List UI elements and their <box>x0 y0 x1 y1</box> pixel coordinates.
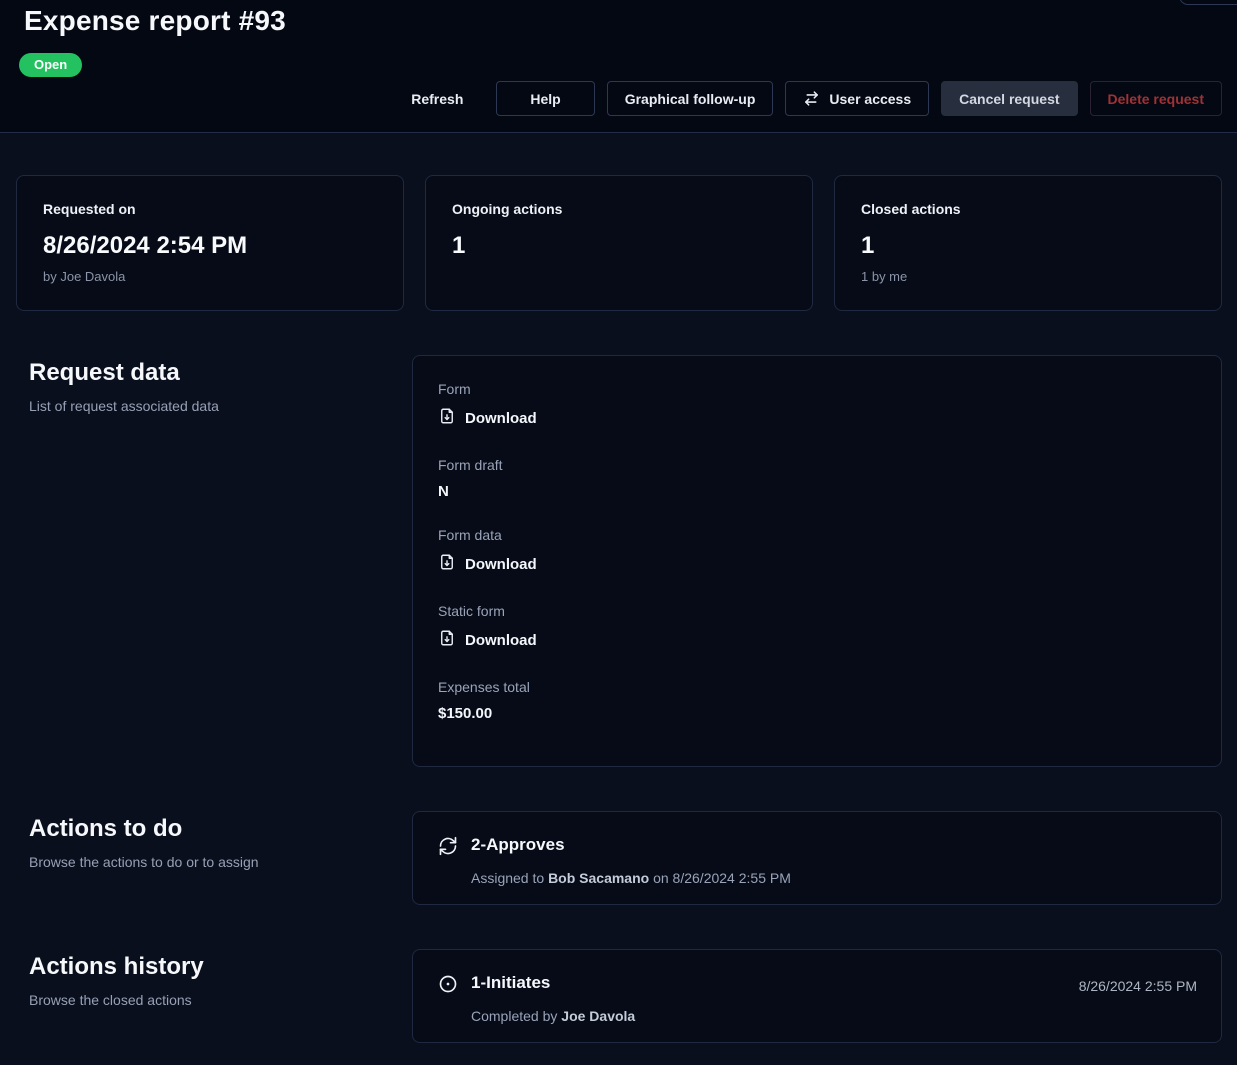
request-data-card: Form Download Form draft N Form data <box>412 355 1222 767</box>
closed-actions-label: Closed actions <box>861 201 1195 217</box>
ongoing-actions-card: Ongoing actions 1 <box>425 175 813 311</box>
help-button[interactable]: Help <box>496 81 594 116</box>
actions-history-section: Actions history Browse the closed action… <box>0 949 1222 1043</box>
field-form-data: Form data Download <box>438 527 1196 576</box>
form-download-label: Download <box>465 410 537 427</box>
file-download-icon <box>438 407 456 429</box>
action-todo-item[interactable]: 2-Approves <box>438 835 1197 861</box>
request-data-section: Request data List of request associated … <box>0 355 1222 767</box>
request-data-subheading: List of request associated data <box>29 398 382 414</box>
form-download-link[interactable]: Download <box>438 407 537 429</box>
static-form-download-label: Download <box>465 632 537 649</box>
page-title: Expense report #93 <box>24 5 286 37</box>
status-badge: Open <box>19 53 82 77</box>
action-history-title[interactable]: 1-Initiates <box>471 973 550 993</box>
swap-arrows-icon <box>803 90 820 107</box>
request-data-header: Request data List of request associated … <box>0 355 412 414</box>
actions-history-heading: Actions history <box>29 953 382 981</box>
requested-on-label: Requested on <box>43 201 377 217</box>
file-download-icon <box>438 629 456 651</box>
field-expenses-total-label: Expenses total <box>438 679 1196 695</box>
form-data-download-link[interactable]: Download <box>438 553 537 575</box>
form-draft-value: N <box>438 483 1196 500</box>
field-form-draft-label: Form draft <box>438 457 1196 473</box>
file-download-icon <box>438 553 456 575</box>
field-form-label: Form <box>438 381 1196 397</box>
form-data-download-label: Download <box>465 556 537 573</box>
actions-todo-heading: Actions to do <box>29 815 382 843</box>
stats-row: Requested on 8/26/2024 2:54 PM by Joe Da… <box>16 175 1222 311</box>
field-form-data-label: Form data <box>438 527 1196 543</box>
delete-request-button[interactable]: Delete request <box>1090 81 1222 116</box>
assigned-to-text: Assigned to <box>471 870 548 886</box>
requested-on-value: 8/26/2024 2:54 PM <box>43 232 377 260</box>
actions-history-subheading: Browse the closed actions <box>29 992 382 1008</box>
assignee-name: Bob Sacamano <box>548 870 649 886</box>
cancel-request-button[interactable]: Cancel request <box>941 81 1077 116</box>
action-history-completion: Completed by Joe Davola <box>471 1008 1197 1024</box>
field-static-form: Static form Download <box>438 603 1196 652</box>
requested-by: by Joe Davola <box>43 269 377 284</box>
field-expenses-total: Expenses total $150.00 <box>438 679 1196 722</box>
closed-actions-sub: 1 by me <box>861 269 1195 284</box>
toolbar: Refresh Help Graphical follow-up User ac… <box>390 81 1222 116</box>
graphical-follow-up-button[interactable]: Graphical follow-up <box>607 81 774 116</box>
action-todo-assignment: Assigned to Bob Sacamano on 8/26/2024 2:… <box>471 870 1197 886</box>
action-history-timestamp: 8/26/2024 2:55 PM <box>1079 978 1197 994</box>
user-access-button[interactable]: User access <box>785 81 929 116</box>
refresh-button[interactable]: Refresh <box>390 81 484 116</box>
field-form: Form Download <box>438 381 1196 430</box>
actions-todo-section: Actions to do Browse the actions to do o… <box>0 811 1222 905</box>
refresh-cycle-icon <box>438 836 458 861</box>
completer-name: Joe Davola <box>561 1008 635 1024</box>
partial-corner-element <box>1179 0 1237 5</box>
closed-actions-count: 1 <box>861 232 1195 260</box>
expenses-total-value: $150.00 <box>438 705 1196 722</box>
actions-history-header: Actions history Browse the closed action… <box>0 949 412 1008</box>
field-static-form-label: Static form <box>438 603 1196 619</box>
page-header: Expense report #93 Open Refresh Help Gra… <box>0 0 1237 133</box>
assigned-on-text: on 8/26/2024 2:55 PM <box>649 870 791 886</box>
ongoing-actions-count: 1 <box>452 232 786 260</box>
field-form-draft: Form draft N <box>438 457 1196 500</box>
request-data-heading: Request data <box>29 359 382 387</box>
actions-todo-subheading: Browse the actions to do or to assign <box>29 854 382 870</box>
closed-actions-card: Closed actions 1 1 by me <box>834 175 1222 311</box>
action-todo-title[interactable]: 2-Approves <box>471 835 565 855</box>
actions-history-card: 1-Initiates Completed by Joe Davola 8/26… <box>412 949 1222 1043</box>
actions-todo-card: 2-Approves Assigned to Bob Sacamano on 8… <box>412 811 1222 905</box>
circle-dot-icon <box>438 974 458 999</box>
static-form-download-link[interactable]: Download <box>438 629 537 651</box>
ongoing-actions-label: Ongoing actions <box>452 201 786 217</box>
user-access-label: User access <box>829 91 911 107</box>
completed-by-text: Completed by <box>471 1008 561 1024</box>
requested-on-card: Requested on 8/26/2024 2:54 PM by Joe Da… <box>16 175 404 311</box>
actions-todo-header: Actions to do Browse the actions to do o… <box>0 811 412 870</box>
